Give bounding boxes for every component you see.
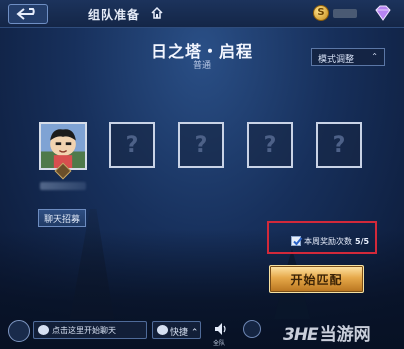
chevron-up-icon: ⌃ bbox=[371, 52, 378, 61]
check-icon bbox=[293, 237, 303, 246]
question-mark-icon: ? bbox=[125, 132, 139, 158]
site-watermark: 3HE 当游网 bbox=[283, 320, 371, 345]
back-icon bbox=[16, 8, 35, 20]
coin-amount-bar bbox=[333, 9, 357, 18]
question-mark-icon: ? bbox=[194, 132, 208, 158]
bottom-bar: 点击这里开始聊天 快捷 ⌃ 全队 3HE 当游网 bbox=[0, 318, 404, 349]
question-mark-icon: ? bbox=[263, 132, 277, 158]
quick-chat-label: 快捷 bbox=[170, 328, 189, 338]
weekly-reward-label: 本周奖励次数 5/5 bbox=[304, 236, 369, 247]
coin-icon: S bbox=[313, 5, 329, 21]
chat-bubble-icon bbox=[38, 325, 49, 335]
speaker-label: 全队 bbox=[213, 340, 226, 347]
weekly-reward-checkbox[interactable] bbox=[291, 236, 303, 246]
mode-adjust-label: 模式调整 bbox=[318, 55, 355, 65]
quick-chat-button[interactable]: 快捷 ⌃ bbox=[152, 321, 201, 339]
weekly-reward-count: 5/5 bbox=[355, 237, 370, 246]
speaker-icon[interactable] bbox=[213, 321, 229, 337]
voice-settings-icon[interactable] bbox=[8, 320, 30, 342]
start-match-button[interactable]: 开始匹配 bbox=[269, 265, 364, 293]
chat-bubble-icon bbox=[157, 325, 168, 335]
chat-recruit-button[interactable]: 聊天招募 bbox=[38, 209, 86, 227]
question-mark-icon: ? bbox=[332, 132, 346, 158]
avatar-image bbox=[41, 124, 85, 168]
back-button[interactable] bbox=[8, 4, 48, 24]
empty-slot[interactable]: ? bbox=[178, 122, 224, 168]
mic-icon[interactable] bbox=[243, 320, 261, 338]
player-name-blurred bbox=[40, 182, 86, 190]
page-title: 组队准备 bbox=[88, 8, 141, 22]
watermark-logo: 3HE bbox=[283, 325, 319, 345]
top-bar: 组队准备 S bbox=[0, 0, 404, 28]
watermark-text: 当游网 bbox=[319, 325, 371, 345]
empty-slot[interactable]: ? bbox=[316, 122, 362, 168]
chevron-up-icon: ⌃ bbox=[190, 328, 199, 338]
chat-placeholder: 点击这里开始聊天 bbox=[52, 326, 116, 335]
empty-slot[interactable]: ? bbox=[247, 122, 293, 168]
chat-input[interactable]: 点击这里开始聊天 bbox=[33, 321, 147, 339]
weekly-reward-text: 本周奖励次数 bbox=[304, 237, 352, 246]
mode-adjust-dropdown[interactable]: 模式调整 ⌃ bbox=[311, 48, 385, 66]
gem-icon[interactable] bbox=[374, 5, 392, 21]
home-icon[interactable] bbox=[150, 6, 164, 20]
empty-slot[interactable]: ? bbox=[109, 122, 155, 168]
